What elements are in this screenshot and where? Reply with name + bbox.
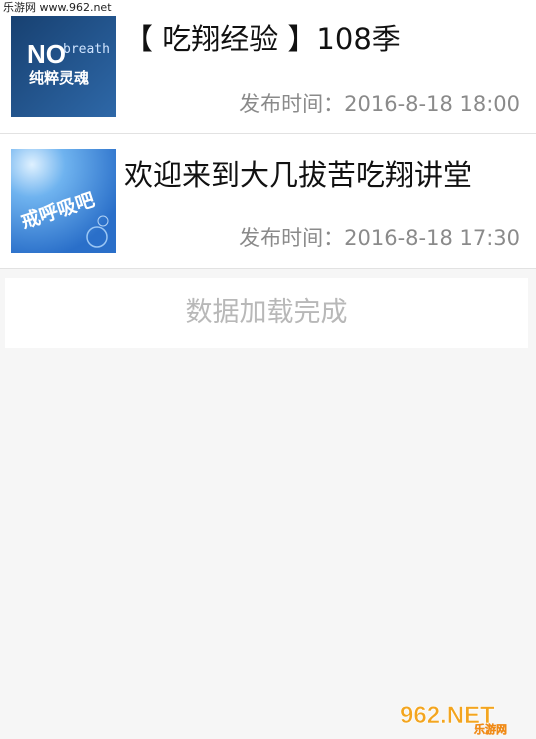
svg-text:乐游网: 乐游网 bbox=[474, 722, 507, 735]
article-thumbnail: NO breath 纯粹灵魂 bbox=[11, 13, 116, 117]
svg-text:纯粹灵魂: 纯粹灵魂 bbox=[29, 69, 89, 87]
publish-label: 发布时间： bbox=[239, 226, 345, 250]
site-logo-watermark: 962.NET 乐游网 bbox=[398, 699, 526, 737]
svg-text:breath: breath bbox=[63, 42, 110, 57]
article-title[interactable]: 欢迎来到大几拔苦吃翔讲堂 bbox=[124, 152, 472, 194]
article-meta: 发布时间：2016-8-18 17:30 bbox=[239, 222, 520, 252]
article-item[interactable]: NO breath 纯粹灵魂 【 吃翔经验 】108季 发布时间：2016-8-… bbox=[0, 0, 536, 134]
article-list: NO breath 纯粹灵魂 【 吃翔经验 】108季 发布时间：2016-8-… bbox=[0, 0, 536, 269]
publish-time: 2016-8-18 18:00 bbox=[344, 92, 520, 116]
article-item[interactable]: 戒呼吸吧 欢迎来到大几拔苦吃翔讲堂 发布时间：2016-8-18 17:30 bbox=[0, 134, 536, 269]
article-title[interactable]: 【 吃翔经验 】108季 bbox=[124, 16, 401, 58]
svg-text:NO: NO bbox=[27, 39, 66, 69]
load-status: 数据加载完成 bbox=[5, 278, 528, 348]
article-meta: 发布时间：2016-8-18 18:00 bbox=[239, 88, 520, 118]
publish-time: 2016-8-18 17:30 bbox=[344, 226, 520, 250]
top-watermark: 乐游网 www.962.net bbox=[0, 0, 536, 16]
publish-label: 发布时间： bbox=[239, 92, 345, 116]
article-thumbnail: 戒呼吸吧 bbox=[11, 149, 116, 253]
